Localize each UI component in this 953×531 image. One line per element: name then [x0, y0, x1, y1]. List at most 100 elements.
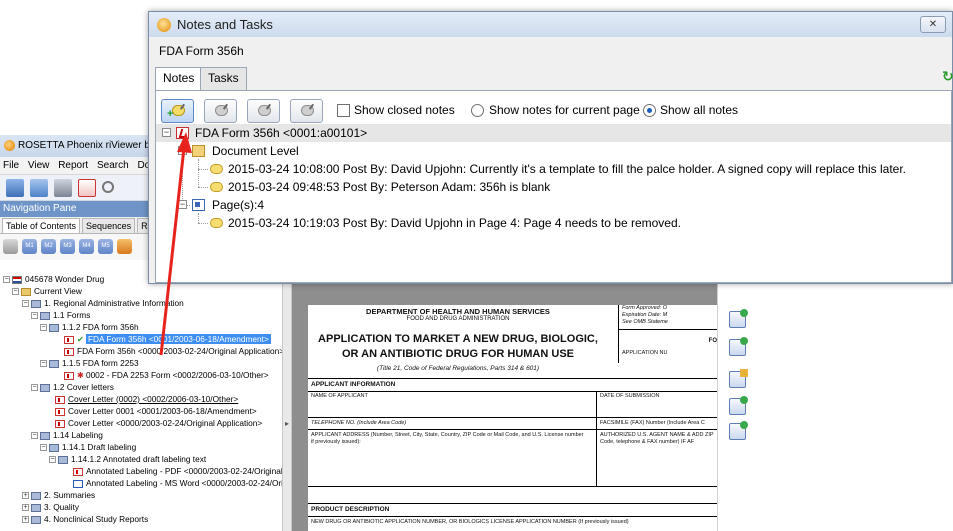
applicant-address-field: APPLICANT ADDRESS (Number, Street, City,…	[311, 432, 584, 445]
section-icon	[40, 311, 50, 320]
menu-search[interactable]: Search	[94, 160, 132, 171]
all-notes-label: Show all notes	[660, 103, 739, 117]
note-item[interactable]: 2015-03-24 10:19:03 Post By: David Upjoh…	[156, 214, 951, 232]
reports-icon[interactable]	[117, 239, 132, 254]
section-icon	[49, 443, 59, 452]
tree-item-356h-original[interactable]: FDA Form 356h <0000/2003-02-24/Original …	[64, 345, 282, 357]
navigation-pane-header: Navigation Pane	[0, 201, 170, 217]
note-item[interactable]: 2015-03-24 09:48:53 Post By: Peterson Ad…	[156, 178, 951, 196]
tree-item-summaries[interactable]: +2. Summaries	[22, 489, 95, 501]
pages-icon	[192, 199, 205, 211]
current-page-radio[interactable]	[471, 104, 484, 117]
sequence-tool-icon[interactable]	[6, 179, 24, 197]
date-of-submission-field: DATE OF SUBMISSION	[600, 393, 660, 399]
tree-item-fda-2253[interactable]: −1.1.5 FDA form 2253	[40, 357, 139, 369]
tree-item-draft-labeling[interactable]: −1.14.1 Draft labeling	[40, 441, 136, 453]
menu-view[interactable]: View	[25, 160, 53, 171]
note-item[interactable]: 2015-03-24 10:08:00 Post By: David Upjoh…	[156, 160, 951, 178]
note-tree-document-label: FDA Form 356h <0001:a00101>	[195, 126, 368, 140]
note-bubble-icon	[210, 218, 223, 228]
tree-item-labeling[interactable]: −1.14 Labeling	[31, 429, 103, 441]
tree-item-cover-letters[interactable]: −1.2 Cover letters	[31, 381, 114, 393]
dialog-titlebar[interactable]: Notes and Tasks ✕	[149, 12, 952, 37]
note-bubble-icon	[210, 182, 223, 192]
refresh-icon[interactable]: ↻	[942, 69, 953, 83]
tree-item-annotated-pdf[interactable]: Annotated Labeling - PDF <0000/2003-02-2…	[73, 465, 282, 477]
tree-item-356h-amendment[interactable]: ✔ FDA Form 356h <0001/2003-06-18/Amendmen…	[64, 333, 271, 345]
collapse-icon[interactable]: −	[162, 128, 171, 137]
show-closed-notes-checkbox[interactable]	[337, 104, 350, 117]
tree-item-annotated-draft[interactable]: −1.14.1.2 Annotated draft labeling text	[49, 453, 206, 465]
edit-note-button[interactable]	[204, 99, 237, 123]
rule	[596, 391, 597, 486]
star-icon: ✱	[77, 370, 84, 380]
note-tree-pages[interactable]: − Page(s):4	[156, 196, 951, 214]
tree-item-nonclinical[interactable]: +4. Nonclinical Study Reports	[22, 513, 148, 525]
document-name: FDA Form 356h	[159, 44, 244, 58]
authorized-agent-field: AUTHORIZED U.S. AGENT NAME & ADD ZIP Cod…	[600, 432, 714, 445]
omb-line: See OMB Stateme	[622, 319, 668, 325]
current-page-label: Show notes for current page	[489, 103, 640, 117]
viewer-menubar: File View Report Search Docu	[0, 157, 170, 175]
reply-note-button[interactable]	[247, 99, 280, 123]
notes-toolbar: Show closed notes Show notes for current…	[156, 95, 951, 123]
notes-panel: Show closed notes Show notes for current…	[155, 90, 952, 283]
pdf-file-icon	[73, 467, 83, 476]
tab-notes[interactable]: Notes	[155, 67, 203, 91]
tree-item-2253-form[interactable]: ✱ 0002 - FDA 2253 Form <0002/2006-03-10/O…	[64, 369, 269, 381]
print-icon[interactable]	[54, 179, 72, 197]
menu-report[interactable]: Report	[55, 160, 91, 171]
tree-item-annotated-word[interactable]: Annotated Labeling - MS Word <0000/2003-…	[73, 477, 282, 489]
pdf-icon[interactable]	[78, 179, 96, 197]
delete-note-icon	[301, 105, 314, 116]
tree-item-quality[interactable]: +3. Quality	[22, 501, 79, 513]
tree-item-forms[interactable]: −1.1 Forms	[31, 309, 90, 321]
export-icon[interactable]	[729, 396, 748, 415]
delete-note-button[interactable]	[290, 99, 323, 123]
check-icon: ✔	[77, 334, 84, 344]
collapse-icon[interactable]: −	[178, 200, 187, 209]
tree-item-cover-0002[interactable]: Cover Letter (0002) <0002/2006-03-10/Oth…	[55, 393, 238, 405]
note-tree-document[interactable]: − FDA Form 356h <0001:a00101>	[156, 124, 951, 142]
notes-tree: − FDA Form 356h <0001:a00101> − Document…	[156, 124, 951, 282]
copy-page-icon[interactable]	[729, 369, 748, 388]
right-toolbar	[717, 260, 757, 531]
tree-item-cover-0000[interactable]: Cover Letter <0000/2003-02-24/Original A…	[55, 417, 262, 429]
tree-item-cover-0001[interactable]: Cover Letter 0001 <0001/2003-06-18/Amend…	[55, 405, 257, 417]
form-agency: FOOD AND DRUG ADMINISTRATION	[406, 316, 510, 322]
menu-file[interactable]: File	[0, 160, 22, 171]
form-title-line2: OR AN ANTIBIOTIC DRUG FOR HUMAN USE	[341, 348, 574, 360]
tree-item-fda-356h[interactable]: −1.1.2 FDA form 356h	[40, 321, 139, 333]
note-text: 2015-03-24 10:19:03 Post By: David Upjoh…	[228, 216, 681, 230]
section-icon	[40, 431, 50, 440]
module-button-m3[interactable]: M3	[60, 239, 75, 254]
filter-icon[interactable]	[3, 239, 18, 254]
module-button-m2[interactable]: M2	[41, 239, 56, 254]
all-notes-radio[interactable]	[643, 104, 656, 117]
close-icon[interactable]: ✕	[920, 16, 946, 33]
folder-icon	[192, 145, 205, 157]
module-button-m5[interactable]: M5	[98, 239, 113, 254]
tree-item-current-view[interactable]: − Current View	[12, 285, 82, 297]
section-icon	[31, 299, 41, 308]
add-task-icon[interactable]	[729, 337, 748, 356]
add-note-button[interactable]	[161, 99, 194, 123]
tree-item-root[interactable]: −045678 Wonder Drug	[3, 273, 104, 285]
report-icon[interactable]	[729, 421, 748, 440]
tab-table-of-contents[interactable]: Table of Contents	[2, 218, 81, 233]
compare-tool-icon[interactable]	[30, 179, 48, 197]
tree-item-regional[interactable]: −1. Regional Administrative Information	[22, 297, 184, 309]
tab-sequences[interactable]: Sequences	[82, 218, 136, 233]
product-description-header: PRODUCT DESCRIPTION	[311, 506, 390, 513]
add-note-icon[interactable]	[729, 309, 748, 328]
module-button-m4[interactable]: M4	[79, 239, 94, 254]
section-icon	[31, 503, 41, 512]
applicant-info-header: APPLICANT INFORMATION	[311, 381, 396, 388]
tab-tasks[interactable]: Tasks	[200, 67, 247, 90]
rule	[308, 503, 719, 504]
module-button-m1[interactable]: M1	[22, 239, 37, 254]
note-tree-document-level[interactable]: − Document Level	[156, 142, 951, 160]
document-level-label: Document Level	[212, 144, 299, 158]
splitter-grip-icon[interactable]: ▸	[285, 419, 289, 429]
search-icon[interactable]	[102, 181, 114, 193]
